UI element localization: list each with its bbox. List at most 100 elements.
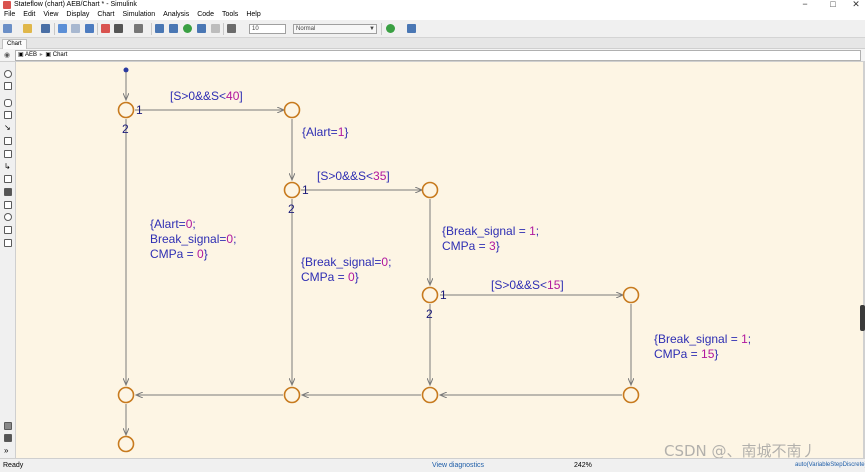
stop-time-input[interactable]: 10 xyxy=(249,24,286,34)
toolbar-divider xyxy=(97,23,98,35)
action-line: CMPa = 0} xyxy=(150,247,208,261)
menu-file[interactable]: File xyxy=(4,10,15,20)
action-alart-reset[interactable]: {Alart=0; Break_signal=0; CMPa = 0} xyxy=(150,217,236,261)
junction[interactable] xyxy=(622,386,640,404)
state-tool-icon[interactable] xyxy=(4,99,12,107)
junction[interactable] xyxy=(421,386,439,404)
model-icon: ▣ xyxy=(18,52,24,58)
action-text: } xyxy=(204,247,208,261)
junction[interactable] xyxy=(283,386,301,404)
expand-palette-icon[interactable]: » xyxy=(4,446,8,455)
menu-simulation[interactable]: Simulation xyxy=(122,10,155,20)
zoom-in-icon[interactable] xyxy=(4,70,12,78)
maximize-button[interactable]: □ xyxy=(823,0,843,10)
view-diagnostics-link[interactable]: View diagnostics xyxy=(432,461,484,470)
tab-strip: Chart xyxy=(0,38,865,49)
toolbar-divider xyxy=(54,23,55,35)
action-text: Break_signal= xyxy=(150,232,226,246)
save-icon[interactable] xyxy=(41,24,50,33)
solver-link[interactable]: auto(VariableStepDiscrete) xyxy=(795,461,865,470)
menu-display[interactable]: Display xyxy=(66,10,89,20)
action-brake-on-3[interactable]: {Break_signal = 1; CMPa = 3} xyxy=(442,224,539,253)
guard-label-40[interactable]: [S>0&&S<40] xyxy=(170,89,243,103)
open-folder-icon[interactable] xyxy=(23,24,32,33)
hide-explorer-icon[interactable]: ◉ xyxy=(4,51,10,59)
action-text: } xyxy=(496,239,500,253)
guard-label-15[interactable]: [S>0&&S<15] xyxy=(491,278,564,292)
guard-label-35[interactable]: [S>0&&S<35] xyxy=(317,169,390,183)
action-line: CMPa = 0} xyxy=(301,270,359,284)
guard-text: [S>0&&S< xyxy=(317,169,373,183)
redo-icon[interactable] xyxy=(71,24,80,33)
model-explorer-icon[interactable] xyxy=(114,24,123,33)
minimize-button[interactable]: − xyxy=(795,0,815,10)
junction[interactable] xyxy=(117,435,135,453)
scope-icon[interactable] xyxy=(227,24,236,33)
junction[interactable] xyxy=(117,101,135,119)
junction[interactable] xyxy=(421,181,439,199)
tab-chart[interactable]: Chart xyxy=(2,39,27,49)
up-to-parent-icon[interactable] xyxy=(85,24,94,33)
action-text: {Break_signal = xyxy=(442,224,529,238)
run-icon[interactable] xyxy=(183,24,192,33)
truth-table-icon[interactable] xyxy=(4,175,12,183)
breadcrumb-chart[interactable]: Chart xyxy=(53,52,68,58)
default-transition-icon[interactable]: ↳ xyxy=(4,163,12,171)
menu-help[interactable]: Help xyxy=(246,10,260,20)
box-tool-icon[interactable] xyxy=(4,111,12,119)
simulink-function-icon[interactable] xyxy=(4,188,12,196)
menu-code[interactable]: Code xyxy=(197,10,214,20)
menu-view[interactable]: View xyxy=(43,10,58,20)
menu-analysis[interactable]: Analysis xyxy=(163,10,189,20)
action-brake-on-15[interactable]: {Break_signal = 1; CMPa = 15} xyxy=(654,332,751,361)
breadcrumb-model[interactable]: AEB xyxy=(25,52,37,58)
toolbar-divider xyxy=(381,23,382,35)
breadcrumb-separator: ▸ xyxy=(39,52,43,58)
stateflow-canvas[interactable]: 1 2 1 2 1 2 [S>0&&S<40] {Alart=1} [S>0&&… xyxy=(16,62,863,458)
annotation-icon[interactable] xyxy=(4,226,12,234)
step-forward-icon[interactable] xyxy=(197,24,206,33)
model-advisor-icon[interactable] xyxy=(386,24,395,33)
model-data-icon[interactable] xyxy=(4,434,12,442)
guard-value: 15 xyxy=(547,278,561,292)
breadcrumb: ▣ AEB ▸ ▣ Chart xyxy=(15,50,861,61)
undo-icon[interactable] xyxy=(58,24,67,33)
junction[interactable] xyxy=(421,286,439,304)
junction[interactable] xyxy=(622,286,640,304)
simulation-mode-value: Normal xyxy=(296,26,316,32)
action-brake-reset[interactable]: {Break_signal=0; CMPa = 0} xyxy=(301,255,391,284)
action-alart-on[interactable]: {Alart=1} xyxy=(302,125,348,139)
history-junction-icon[interactable] xyxy=(4,213,12,221)
execution-order-label: 1 xyxy=(302,183,309,197)
simulink-state-icon[interactable] xyxy=(4,201,12,209)
fit-to-view-icon[interactable] xyxy=(4,82,12,90)
simulation-mode-select[interactable]: Normal ▼ xyxy=(293,24,377,34)
function-tool-icon[interactable] xyxy=(4,137,12,145)
matlab-function-icon[interactable] xyxy=(4,150,12,158)
explorer-bar-icon[interactable] xyxy=(4,422,12,430)
close-button[interactable]: ✕ xyxy=(846,0,865,10)
menu-chart[interactable]: Chart xyxy=(97,10,114,20)
chevron-down-icon: ▼ xyxy=(369,26,375,32)
library-browser-icon[interactable] xyxy=(101,24,110,33)
step-back-icon[interactable] xyxy=(155,24,164,33)
title-bar: Stateflow (chart) AEB/Chart * - Simulink… xyxy=(0,0,865,10)
action-text: {Alart= xyxy=(302,125,338,139)
build-icon[interactable] xyxy=(407,24,416,33)
action-text: {Break_signal= xyxy=(301,255,381,269)
execution-order-label: 1 xyxy=(136,103,143,117)
grid-settings-icon[interactable] xyxy=(134,24,143,33)
step-prev-icon[interactable] xyxy=(169,24,178,33)
junction[interactable] xyxy=(283,181,301,199)
stop-icon[interactable] xyxy=(211,24,220,33)
action-text: } xyxy=(714,347,718,361)
execution-order-label: 1 xyxy=(440,288,447,302)
junction[interactable] xyxy=(117,386,135,404)
junction[interactable] xyxy=(283,101,301,119)
menu-edit[interactable]: Edit xyxy=(23,10,35,20)
scrollbar-thumb[interactable] xyxy=(860,305,865,331)
menu-tools[interactable]: Tools xyxy=(222,10,238,20)
new-model-icon[interactable] xyxy=(3,24,12,33)
transition-tool-icon[interactable]: ↘ xyxy=(4,124,12,132)
image-icon[interactable] xyxy=(4,239,12,247)
